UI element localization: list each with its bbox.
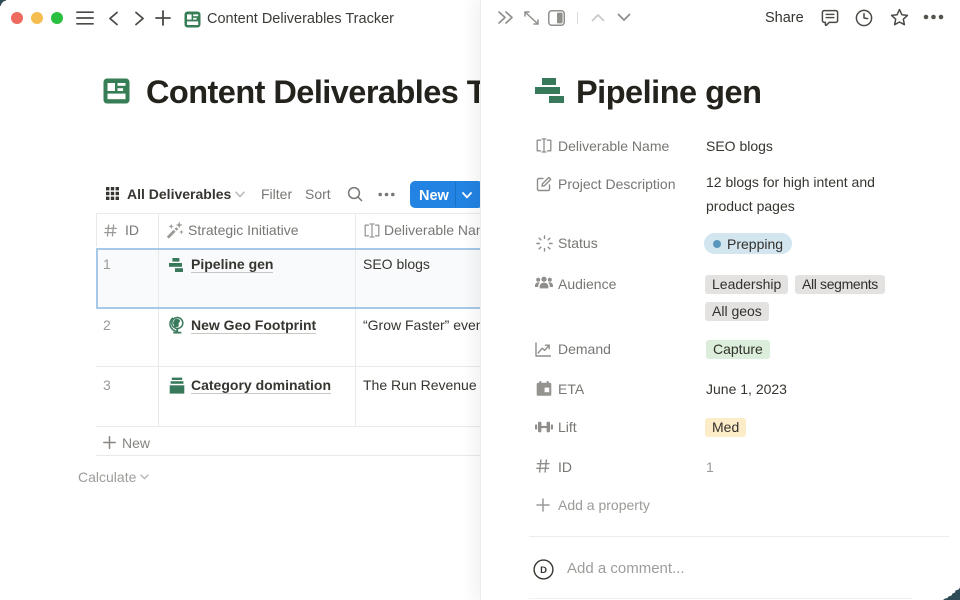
svg-text:D: D: [540, 565, 547, 576]
